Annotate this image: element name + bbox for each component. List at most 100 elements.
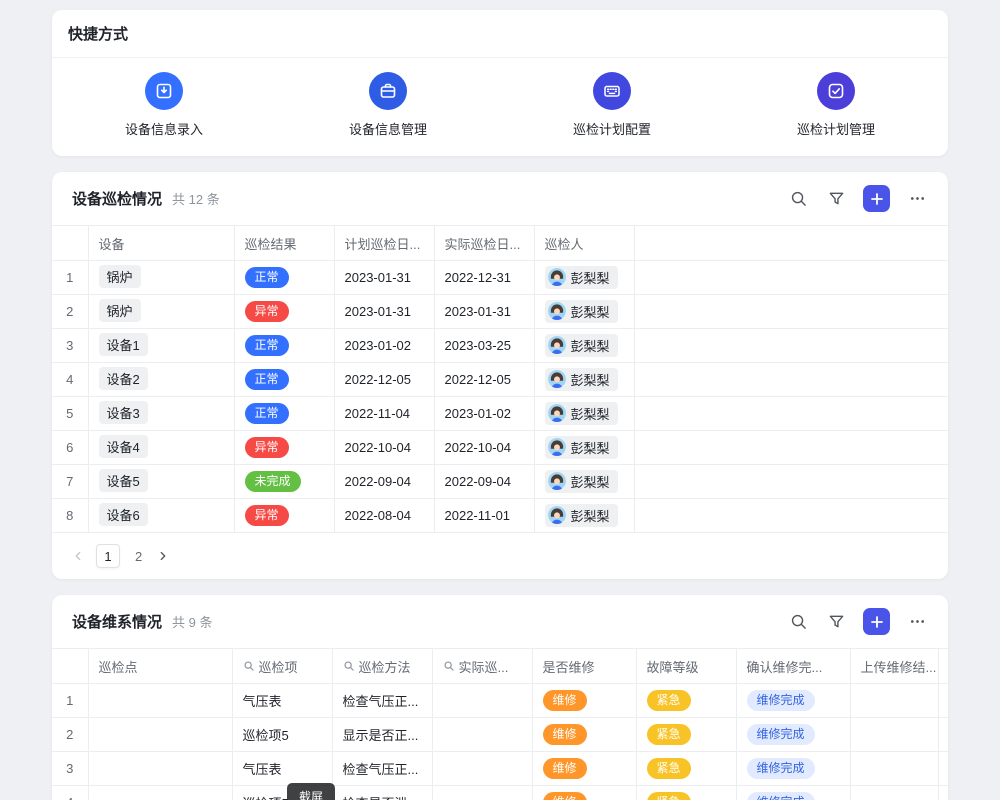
inspector-chip: 彭梨梨 — [545, 504, 618, 527]
lookup-field-icon — [343, 660, 355, 672]
device-chip: 设备6 — [99, 503, 148, 526]
col-upload: 上传维修结... — [850, 649, 938, 684]
maintenance-header-row: 巡检点 巡检项 巡检方法 实际巡... 是否维修 故障等级 确认维修完... — [52, 649, 948, 684]
device-chip: 设备1 — [99, 333, 148, 356]
result-badge: 正常 — [245, 267, 289, 288]
col-tech: 维... — [938, 649, 948, 684]
col-level: 故障等级 — [636, 649, 736, 684]
actual-cell — [432, 684, 532, 718]
avatar — [548, 404, 566, 422]
row-number: 2 — [52, 295, 88, 329]
shortcut-plan-config[interactable]: 巡检计划配置 — [500, 72, 724, 138]
maintenance-card-header: 设备维系情况 共 9 条 — [52, 595, 948, 648]
inspection-count: 共 12 条 — [172, 189, 220, 208]
col-filler — [634, 226, 948, 261]
plan-date-cell: 2023-01-31 — [334, 295, 434, 329]
row-number: 3 — [52, 329, 88, 363]
next-page-icon[interactable] — [157, 550, 169, 562]
search-icon[interactable] — [787, 611, 809, 633]
shortcuts-title: 快捷方式 — [68, 26, 128, 43]
col-inspector: 巡检人 — [534, 226, 634, 261]
level-badge: 紧急 — [647, 758, 691, 779]
row-number: 8 — [52, 499, 88, 533]
shortcut-plan-manage[interactable]: 巡检计划管理 — [724, 72, 948, 138]
filter-icon[interactable] — [825, 611, 847, 633]
avatar — [548, 370, 566, 388]
pagination: 1 2 — [52, 533, 948, 579]
level-badge: 紧急 — [647, 690, 691, 711]
device-chip: 锅炉 — [99, 299, 141, 322]
table-row: 1 气压表 检查气压正... 维修 紧急 维修完成 — [52, 684, 948, 718]
repair-badge: 维修 — [543, 792, 587, 800]
shortcuts-card: 快捷方式 设备信息录入 设备信息管理 — [52, 10, 948, 156]
shortcut-device-entry[interactable]: 设备信息录入 — [52, 72, 276, 138]
table-row: 4 设备2 正常 2022-12-05 2022-12-05 — [52, 363, 948, 397]
plan-date-cell: 2023-01-02 — [334, 329, 434, 363]
inspector-name: 彭梨梨 — [571, 370, 610, 389]
result-badge: 正常 — [245, 335, 289, 356]
actual-cell — [432, 752, 532, 786]
method-cell: 检查气压正... — [332, 684, 432, 718]
col-confirm: 确认维修完... — [736, 649, 850, 684]
col-actual: 实际巡... — [443, 657, 522, 676]
repair-badge: 维修 — [543, 758, 587, 779]
upload-cell — [850, 786, 938, 800]
more-icon[interactable] — [906, 188, 928, 210]
screen-capture-tooltip[interactable]: 截屏 — [287, 783, 335, 800]
add-record-button[interactable] — [863, 185, 890, 212]
row-number: 5 — [52, 397, 88, 431]
device-entry-icon — [145, 72, 183, 110]
avatar — [548, 302, 566, 320]
method-cell: 检查是否泄... — [332, 786, 432, 800]
actual-date-cell: 2022-12-05 — [434, 363, 534, 397]
point-cell — [88, 752, 232, 786]
item-cell: 巡检项5 — [232, 718, 332, 752]
row-number: 4 — [52, 786, 88, 800]
row-number: 4 — [52, 363, 88, 397]
table-row: 2 锅炉 异常 2023-01-31 2023-01-31 — [52, 295, 948, 329]
add-record-button[interactable] — [863, 608, 890, 635]
table-row: 3 设备1 正常 2023-01-02 2023-03-25 — [52, 329, 948, 363]
inspector-chip: 彭梨梨 — [545, 470, 618, 493]
inspector-name: 彭梨梨 — [571, 302, 610, 321]
result-badge: 异常 — [245, 301, 289, 322]
confirm-badge: 维修完成 — [747, 792, 815, 800]
confirm-badge: 维修完成 — [747, 758, 815, 779]
search-icon[interactable] — [787, 188, 809, 210]
row-number: 1 — [52, 261, 88, 295]
result-badge: 正常 — [245, 369, 289, 390]
page-1-button[interactable]: 1 — [96, 544, 120, 568]
col-repair: 是否维修 — [532, 649, 636, 684]
inspector-chip: 彭梨梨 — [545, 368, 618, 391]
col-point: 巡检点 — [88, 649, 232, 684]
filter-icon[interactable] — [825, 188, 847, 210]
maintenance-actions — [787, 608, 928, 635]
inspector-name: 彭梨梨 — [571, 438, 610, 457]
method-cell: 显示是否正... — [332, 718, 432, 752]
row-number: 3 — [52, 752, 88, 786]
actual-date-cell: 2022-12-31 — [434, 261, 534, 295]
col-plan-date: 计划巡检日... — [334, 226, 434, 261]
row-number: 6 — [52, 431, 88, 465]
actual-cell — [432, 718, 532, 752]
result-badge: 未完成 — [245, 471, 301, 492]
result-badge: 异常 — [245, 505, 289, 526]
table-row: 1 锅炉 正常 2023-01-31 2022-12-31 — [52, 261, 948, 295]
result-badge: 异常 — [245, 437, 289, 458]
actual-date-cell: 2023-01-31 — [434, 295, 534, 329]
avatar — [548, 472, 566, 490]
maintenance-title: 设备维系情况 — [72, 611, 162, 632]
maintenance-card: 设备维系情况 共 9 条 — [52, 595, 948, 800]
more-icon[interactable] — [906, 611, 928, 633]
row-number-header — [52, 649, 88, 684]
table-row: 7 设备5 未完成 2022-09-04 2022-09-04 — [52, 465, 948, 499]
plan-config-icon — [593, 72, 631, 110]
row-number: 2 — [52, 718, 88, 752]
inspector-name: 彭梨梨 — [571, 472, 610, 491]
lookup-field-icon — [243, 660, 255, 672]
page-2-button[interactable]: 2 — [132, 549, 145, 564]
inspection-table: 设备 巡检结果 计划巡检日... 实际巡检日... 巡检人 1 锅炉 正常 — [52, 225, 948, 533]
prev-page-icon[interactable] — [72, 550, 84, 562]
inspector-name: 彭梨梨 — [571, 268, 610, 287]
shortcut-device-manage[interactable]: 设备信息管理 — [276, 72, 500, 138]
